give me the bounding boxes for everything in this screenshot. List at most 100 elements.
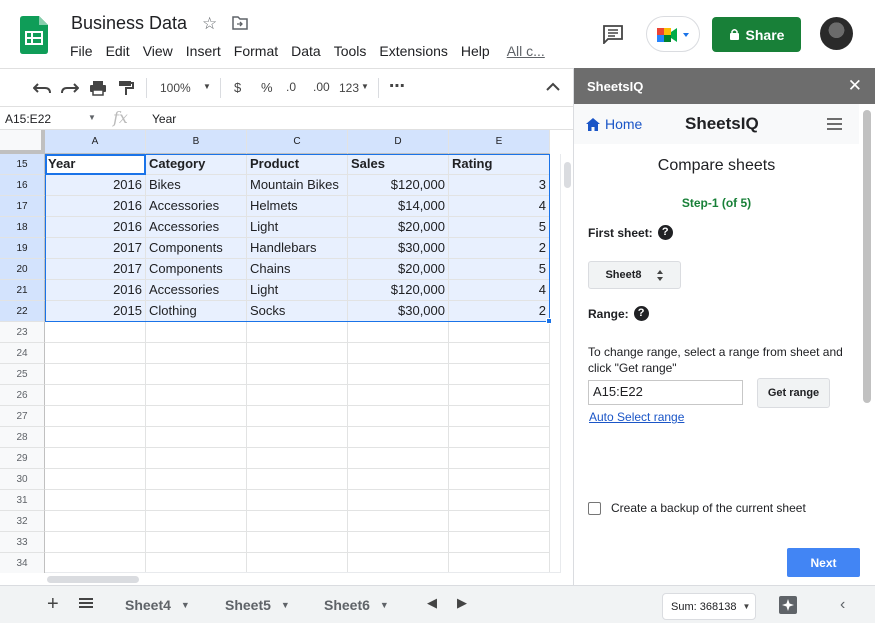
table-cell[interactable] xyxy=(45,427,146,448)
table-cell[interactable]: $120,000 xyxy=(348,175,449,196)
header-cell[interactable]: Year xyxy=(45,154,146,175)
menu-tools[interactable]: Tools xyxy=(334,43,367,59)
table-cell[interactable] xyxy=(247,343,348,364)
name-box[interactable]: A15:E22 xyxy=(5,112,51,126)
table-cell[interactable]: Bikes xyxy=(146,175,247,196)
table-cell[interactable]: $14,000 xyxy=(348,196,449,217)
avatar[interactable] xyxy=(820,17,853,50)
redo-icon[interactable] xyxy=(61,81,79,95)
increase-decimal-button[interactable]: .00 xyxy=(313,80,330,94)
table-cell[interactable]: 3 xyxy=(449,175,550,196)
table-cell[interactable] xyxy=(348,427,449,448)
chevron-down-icon[interactable]: ▼ xyxy=(361,82,369,91)
range-input[interactable]: A15:E22 xyxy=(588,380,743,405)
row-header[interactable]: 26 xyxy=(0,385,45,406)
fill-handle[interactable] xyxy=(546,318,552,324)
hamburger-menu-icon[interactable] xyxy=(827,118,842,130)
table-cell[interactable] xyxy=(146,553,247,573)
print-icon[interactable] xyxy=(89,80,107,96)
table-cell[interactable] xyxy=(449,343,550,364)
table-cell[interactable] xyxy=(348,343,449,364)
add-sheet-icon[interactable]: + xyxy=(47,593,59,616)
table-cell[interactable] xyxy=(449,490,550,511)
table-cell[interactable]: 2016 xyxy=(45,280,146,301)
table-cell[interactable] xyxy=(449,427,550,448)
menu-help[interactable]: Help xyxy=(461,43,490,59)
table-cell[interactable] xyxy=(45,364,146,385)
backup-option[interactable]: Create a backup of the current sheet xyxy=(588,501,806,515)
help-icon[interactable]: ? xyxy=(633,306,649,321)
column-header-4[interactable]: E xyxy=(449,130,550,154)
scroll-tabs-left-icon[interactable]: ◀ xyxy=(427,595,437,611)
menu-edit[interactable]: Edit xyxy=(106,43,130,59)
sheet-tab-sheet4[interactable]: Sheet4 ▼ xyxy=(125,586,190,623)
table-cell[interactable]: Components xyxy=(146,238,247,259)
table-cell[interactable] xyxy=(146,343,247,364)
table-cell[interactable] xyxy=(247,469,348,490)
table-cell[interactable] xyxy=(247,427,348,448)
table-cell[interactable] xyxy=(247,364,348,385)
sheets-logo-icon[interactable] xyxy=(20,16,48,54)
backup-checkbox[interactable] xyxy=(588,501,601,515)
row-header[interactable]: 17 xyxy=(0,196,45,217)
table-cell[interactable] xyxy=(247,532,348,553)
row-header[interactable]: 29 xyxy=(0,448,45,469)
table-cell[interactable] xyxy=(146,364,247,385)
table-cell[interactable] xyxy=(247,511,348,532)
table-cell[interactable] xyxy=(146,322,247,343)
zoom-select[interactable]: 100% xyxy=(160,81,191,95)
table-cell[interactable]: Mountain Bikes xyxy=(247,175,348,196)
table-cell[interactable]: Socks xyxy=(247,301,348,322)
table-cell[interactable]: 4 xyxy=(449,280,550,301)
home-link[interactable]: Home xyxy=(586,116,642,132)
table-cell[interactable]: Light xyxy=(247,217,348,238)
table-cell[interactable] xyxy=(45,385,146,406)
vertical-scrollbar[interactable] xyxy=(560,154,573,573)
share-button[interactable]: Share xyxy=(712,17,801,52)
table-cell[interactable] xyxy=(449,469,550,490)
scroll-thumb[interactable] xyxy=(47,576,139,583)
table-cell[interactable] xyxy=(348,490,449,511)
move-to-folder-icon[interactable] xyxy=(232,16,248,30)
row-header[interactable]: 20 xyxy=(0,259,45,280)
next-button[interactable]: Next xyxy=(787,548,860,577)
document-title[interactable]: Business Data xyxy=(71,13,187,34)
table-cell[interactable] xyxy=(45,490,146,511)
header-cell[interactable]: Category xyxy=(146,154,247,175)
row-header[interactable]: 16 xyxy=(0,175,45,196)
row-header[interactable]: 23 xyxy=(0,322,45,343)
chevron-down-icon[interactable]: ▼ xyxy=(281,600,290,610)
percent-format-button[interactable]: % xyxy=(261,80,273,95)
table-cell[interactable] xyxy=(146,448,247,469)
menu-format[interactable]: Format xyxy=(234,43,278,59)
first-sheet-select[interactable]: Sheet8 xyxy=(588,261,681,289)
auto-select-range-link[interactable]: Auto Select range xyxy=(589,410,684,424)
table-cell[interactable] xyxy=(247,490,348,511)
chevron-down-icon[interactable]: ▼ xyxy=(380,600,389,610)
meet-button[interactable] xyxy=(646,16,700,52)
close-icon[interactable]: ✕ xyxy=(848,76,862,96)
table-cell[interactable] xyxy=(45,532,146,553)
chevron-down-icon[interactable]: ▼ xyxy=(181,600,190,610)
table-cell[interactable]: Chains xyxy=(247,259,348,280)
spreadsheet-grid[interactable]: ABCDE 15 Year Category Product Sales Rating 16… xyxy=(0,130,573,573)
last-edit-link[interactable]: All c... xyxy=(507,43,545,59)
row-header[interactable]: 34 xyxy=(0,553,45,573)
explore-icon[interactable] xyxy=(778,595,798,615)
table-cell[interactable] xyxy=(146,511,247,532)
table-cell[interactable] xyxy=(449,322,550,343)
table-cell[interactable] xyxy=(348,406,449,427)
menu-data[interactable]: Data xyxy=(291,43,321,59)
table-cell[interactable]: Handlebars xyxy=(247,238,348,259)
column-header-1[interactable]: B xyxy=(146,130,247,154)
table-cell[interactable] xyxy=(449,532,550,553)
table-cell[interactable] xyxy=(45,343,146,364)
table-cell[interactable]: Accessories xyxy=(146,196,247,217)
column-header-3[interactable]: D xyxy=(348,130,449,154)
table-cell[interactable] xyxy=(45,511,146,532)
table-cell[interactable] xyxy=(45,322,146,343)
table-cell[interactable] xyxy=(449,364,550,385)
table-cell[interactable] xyxy=(146,406,247,427)
get-range-button[interactable]: Get range xyxy=(757,378,830,408)
row-header[interactable]: 15 xyxy=(0,154,45,175)
